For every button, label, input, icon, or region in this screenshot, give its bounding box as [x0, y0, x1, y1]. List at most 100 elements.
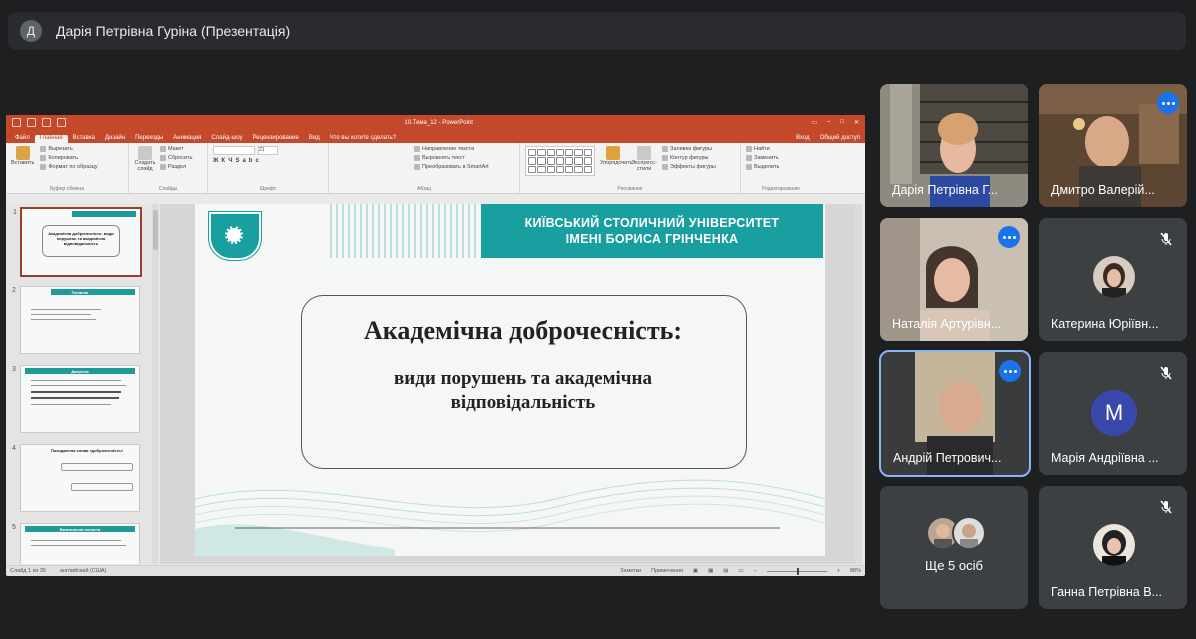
maximize-icon[interactable]: □	[840, 119, 844, 126]
new-slide-icon	[138, 146, 152, 160]
replace-button[interactable]: Заменить	[746, 155, 816, 161]
thumb-number: 2	[12, 287, 16, 294]
editing-group: Найти Заменить Выделить Редактирование	[741, 143, 821, 193]
notes-button[interactable]: Заметки	[620, 568, 641, 574]
tab-file[interactable]: Файл	[10, 135, 35, 143]
quick-access-toolbar	[12, 118, 66, 127]
normal-view-icon[interactable]: ▣	[693, 568, 698, 574]
ribbon-options-icon[interactable]: ▭	[811, 119, 817, 126]
participant-name: Ганна Петрівна В...	[1051, 585, 1162, 599]
more-options-icon[interactable]	[999, 360, 1021, 382]
smartart-icon	[414, 164, 420, 170]
cut-button[interactable]: Вырезать	[40, 146, 97, 152]
reset-button[interactable]: Сбросить	[160, 155, 192, 161]
paste-button[interactable]: Вставить	[11, 146, 34, 170]
participant-tile[interactable]: Катерина Юріївн...	[1039, 218, 1187, 341]
slide-counter: Слайд 1 из 35	[10, 568, 46, 574]
font-style-buttons[interactable]: ЖКЧSabc	[213, 158, 323, 164]
align-text-button[interactable]: Выровнять текст	[414, 155, 514, 161]
ribbon-tabs: Файл Главная Вставка Дизайн Переходы Ани…	[6, 130, 865, 143]
tab-design[interactable]: Дизайн	[100, 135, 130, 143]
start-slideshow-icon[interactable]	[57, 118, 66, 127]
arrange-button[interactable]: Упорядочить	[600, 146, 633, 190]
participant-tile[interactable]: Дмитро Валерій...	[1039, 84, 1187, 207]
tab-animation[interactable]: Анимация	[168, 135, 206, 143]
font-group-label: Шрифт	[259, 186, 277, 192]
thumb-text-line	[31, 404, 111, 405]
editing-group-label: Редактирование	[761, 186, 801, 192]
shape-outline-button[interactable]: Контур фигуры	[662, 155, 716, 161]
tab-insert[interactable]: Вставка	[68, 135, 100, 143]
participant-tile[interactable]: Андрій Петрович...	[879, 350, 1031, 477]
format-painter-button[interactable]: Формат по образцу	[40, 164, 98, 170]
participant-avatar	[1093, 524, 1135, 566]
banner-line-1: КИЇВСЬКИЙ СТОЛИЧНИЙ УНІВЕРСИТЕТ	[524, 216, 780, 230]
slide-thumbnail[interactable]: 2 Питання	[12, 286, 140, 354]
slide-thumbnail[interactable]: 4 Походження слова «доброчесність»	[12, 444, 140, 512]
sorter-view-icon[interactable]: ▦	[708, 568, 713, 574]
zoom-level[interactable]: 88%	[850, 568, 861, 574]
layout-icon	[160, 146, 166, 152]
smartart-button[interactable]: Преобразовать в SmartArt	[414, 164, 514, 170]
text-direction-button[interactable]: Направление текста	[414, 146, 514, 152]
share-button[interactable]: Общий доступ	[815, 135, 865, 143]
close-icon[interactable]: ✕	[854, 119, 859, 126]
zoom-out-icon[interactable]: –	[754, 568, 757, 574]
slideshow-view-icon[interactable]: ▭	[739, 568, 744, 574]
language-indicator[interactable]: английский (США)	[60, 568, 107, 574]
shapes-gallery[interactable]	[525, 146, 595, 176]
zoom-in-icon[interactable]: +	[837, 568, 840, 574]
tab-view[interactable]: Вид	[304, 135, 325, 143]
tab-review[interactable]: Рецензирование	[248, 135, 304, 143]
slide-thumbnail[interactable]: 1 Академічна доброчесність: види порушен…	[13, 207, 142, 277]
participant-name: Дмитро Валерій...	[1051, 183, 1155, 197]
tab-home[interactable]: Главная	[34, 135, 68, 143]
participant-tile[interactable]: Дарія Петрівна Г...	[880, 84, 1028, 207]
reading-view-icon[interactable]: ▤	[723, 568, 728, 574]
brush-icon	[40, 164, 47, 170]
scrollbar-thumb[interactable]	[153, 210, 158, 250]
redo-icon[interactable]	[42, 118, 51, 127]
editor-scrollbar[interactable]	[855, 204, 862, 564]
font-size-select[interactable]: 21	[258, 146, 278, 155]
more-participants-tile[interactable]: Ще 5 осіб	[880, 486, 1028, 609]
tell-me-search[interactable]: Что вы хотите сделать?	[325, 135, 401, 143]
shape-effects-button[interactable]: Эффекты фигуры	[662, 164, 716, 170]
drawing-group-label: Рисование	[617, 186, 643, 192]
slide-thumbnail[interactable]: 3 Джерела	[12, 365, 140, 433]
paragraph-group-label: Абзац	[416, 186, 432, 192]
copy-button[interactable]: Копировать	[40, 155, 97, 161]
zoom-slider-handle[interactable]	[796, 567, 799, 575]
quick-styles-button[interactable]: Экспресс-стили	[631, 146, 657, 190]
thumb-text-line	[31, 397, 119, 399]
current-slide[interactable]: КИЇВСЬКИЙ СТОЛИЧНИЙ УНІВЕРСИТЕТ ІМЕНІ БО…	[195, 204, 825, 556]
new-slide-button[interactable]: Создать слайд	[134, 146, 156, 172]
thumb-text-line	[31, 540, 121, 541]
tab-slideshow[interactable]: Слайд-шоу	[206, 135, 247, 143]
sign-in-link[interactable]: Вход	[791, 135, 815, 143]
thumb-shape	[61, 463, 133, 471]
minimize-icon[interactable]: –	[827, 119, 830, 126]
ppt-window-title: 10.Тема_12 - PowerPoint	[404, 119, 473, 126]
participant-tile[interactable]: M Марія Андріївна ...	[1039, 352, 1187, 475]
university-banner: КИЇВСЬКИЙ СТОЛИЧНИЙ УНІВЕРСИТЕТ ІМЕНІ БО…	[481, 204, 823, 258]
slide-subtitle: види порушень та академічна відповідальн…	[301, 367, 745, 415]
find-button[interactable]: Найти	[746, 146, 816, 152]
section-button[interactable]: Раздел	[160, 164, 192, 170]
font-family-select[interactable]	[213, 146, 255, 155]
tab-transitions[interactable]: Переходы	[130, 135, 168, 143]
shared-screen-powerpoint: 10.Тема_12 - PowerPoint ▭ – □ ✕ Файл Гла…	[6, 115, 865, 576]
zoom-slider[interactable]	[766, 567, 827, 575]
save-icon[interactable]	[12, 118, 21, 127]
participant-tile[interactable]: Ганна Петрівна В...	[1039, 486, 1187, 609]
undo-icon[interactable]	[27, 118, 36, 127]
status-bar: Слайд 1 из 35 английский (США) Заметки П…	[6, 565, 865, 576]
subtitle-line-2: відповідальність	[450, 392, 596, 413]
thumbnails-scrollbar[interactable]	[152, 204, 159, 564]
select-button[interactable]: Выделить	[746, 164, 816, 170]
slide-thumbnail[interactable]: 5 Визначення поняття	[12, 523, 140, 564]
layout-button[interactable]: Макет	[160, 146, 192, 152]
participant-tile[interactable]: Наталія Артурівн...	[880, 218, 1028, 341]
comments-button[interactable]: Примечания	[651, 568, 683, 574]
shape-fill-button[interactable]: Заливка фигуры	[662, 146, 716, 152]
